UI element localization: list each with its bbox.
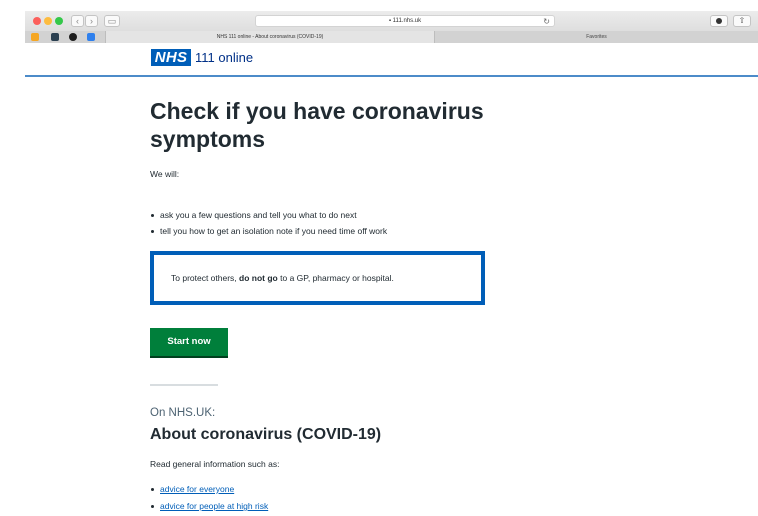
warning-text: To protect others, do not go to a GP, ph…	[171, 273, 394, 283]
list-item: advice for everyone	[150, 481, 268, 498]
browser-toolbar: ‹ › ▭ ▪ 111.nhs.uk ↻ ⇧	[25, 11, 758, 31]
list-item: advice for people at high risk	[150, 498, 268, 515]
warning-emphasis: do not go	[239, 273, 278, 283]
site-header: NHS 111 online	[25, 43, 758, 77]
zoom-window-button[interactable]	[55, 17, 63, 25]
bookmark-icon-2[interactable]	[51, 33, 59, 41]
share-button[interactable]: ⇧	[733, 15, 751, 27]
chevron-left-icon: ‹	[76, 16, 79, 26]
nhs-logo[interactable]: NHS	[151, 49, 191, 66]
bookmark-icon-1[interactable]	[31, 33, 39, 41]
browser-chrome: ‹ › ▭ ▪ 111.nhs.uk ↻ ⇧ NHS 111 online - …	[25, 11, 758, 43]
list-item: ask you a few questions and tell you wha…	[150, 207, 387, 223]
section-text: Read general information such as:	[150, 459, 280, 469]
start-now-button[interactable]: Start now	[150, 328, 228, 358]
page-title: Check if you have coronavirus symptoms	[150, 98, 484, 152]
tab-nhs-111[interactable]: NHS 111 online - About coronavirus (COVI…	[105, 31, 435, 43]
tab-favorites[interactable]: Favorites	[435, 31, 758, 43]
section-divider	[150, 384, 218, 386]
sidebar-icon: ▭	[107, 16, 117, 26]
list-item: tell you how to get an isolation note if…	[150, 223, 387, 239]
reload-icon[interactable]: ↻	[543, 16, 550, 27]
chevron-right-icon: ›	[90, 16, 93, 26]
tab-bar: NHS 111 online - About coronavirus (COVI…	[25, 31, 758, 43]
we-will-list: ask you a few questions and tell you wha…	[150, 207, 387, 239]
section-caption: On NHS.UK:	[150, 407, 216, 419]
address-text: 111.nhs.uk	[392, 18, 422, 24]
warning-callout: To protect others, do not go to a GP, ph…	[150, 251, 485, 305]
address-bar[interactable]: ▪ 111.nhs.uk ↻	[255, 15, 555, 27]
sidebar-toggle-button[interactable]: ▭	[104, 15, 120, 27]
advice-for-everyone-link[interactable]: advice for everyone	[160, 484, 234, 494]
advice-high-risk-link[interactable]: advice for people at high risk	[160, 501, 268, 511]
download-icon	[716, 18, 722, 24]
section-heading: About coronavirus (COVID-19)	[150, 426, 382, 443]
info-links-list: advice for everyone advice for people at…	[150, 481, 268, 515]
back-button[interactable]: ‹	[71, 15, 84, 27]
warning-text-start: To protect others,	[171, 273, 240, 283]
bookmark-icon-3[interactable]	[69, 33, 77, 41]
minimize-window-button[interactable]	[44, 17, 52, 25]
forward-button[interactable]: ›	[85, 15, 98, 27]
web-page: NHS 111 online Check if you have coronav…	[25, 43, 758, 516]
bookmark-icon-4[interactable]	[87, 33, 95, 41]
warning-text-end: to a GP, pharmacy or hospital.	[277, 273, 394, 283]
service-name[interactable]: 111 online	[195, 50, 253, 66]
close-window-button[interactable]	[33, 17, 41, 25]
downloads-button[interactable]	[710, 15, 728, 27]
intro-text: We will:	[150, 169, 180, 179]
share-icon: ⇧	[738, 16, 746, 25]
